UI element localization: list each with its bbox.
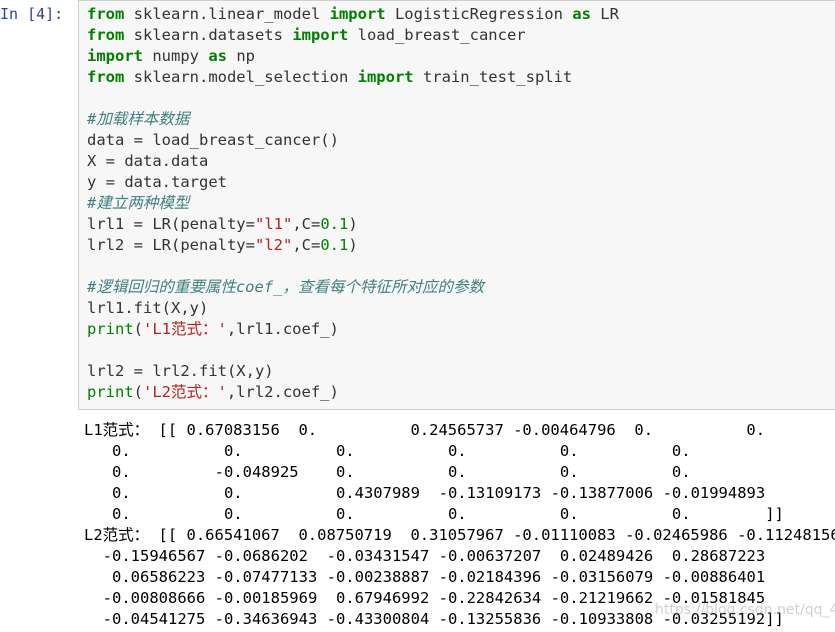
code-line: print('L1范式：',lrl1.coef_) bbox=[87, 319, 619, 340]
output-line: 0. 0. 0. 0. 0. 0. bbox=[84, 442, 691, 460]
code-token: ,lrl1.coef_) bbox=[226, 320, 339, 338]
code-token: from bbox=[87, 68, 125, 86]
code-token: #建立两种模型 bbox=[87, 194, 190, 212]
code-line: lrl1.fit(X,y) bbox=[87, 298, 619, 319]
code-line: data = load_breast_cancer() bbox=[87, 130, 619, 151]
output-line: -0.15946567 -0.0686202 -0.03431547 -0.00… bbox=[84, 547, 766, 565]
code-line: lrl2 = LR(penalty="l2",C=0.1) bbox=[87, 235, 619, 256]
code-token: 'L1范式：' bbox=[143, 320, 227, 338]
output-line: 0. 0. 0.4307989 -0.13109173 -0.13877006 … bbox=[84, 484, 766, 502]
code-line: y = data.target bbox=[87, 172, 619, 193]
code-token: 'L2范式：' bbox=[143, 383, 227, 401]
code-token: "l2" bbox=[254, 236, 293, 254]
code-token: from bbox=[87, 26, 125, 44]
code-token: ,C= bbox=[292, 215, 321, 233]
input-prompt: In [4]: bbox=[0, 5, 64, 23]
code-editor[interactable]: from sklearn.linear_model import Logisti… bbox=[87, 4, 619, 403]
code-token: load_breast_cancer bbox=[348, 26, 526, 44]
output-line: 0. -0.048925 0. 0. 0. 0. bbox=[84, 463, 691, 481]
code-token: np bbox=[227, 47, 255, 65]
code-line: #加载样本数据 bbox=[87, 109, 619, 130]
code-token: data = load_breast_cancer() bbox=[87, 131, 339, 149]
code-token: 0.1 bbox=[320, 215, 349, 233]
code-token: import bbox=[292, 26, 349, 44]
code-token: import bbox=[87, 47, 143, 65]
code-token: print bbox=[87, 383, 134, 401]
output-line: 0. 0. 0. 0. 0. 0. ]] bbox=[84, 505, 784, 523]
code-token: lrl2 = lrl2.fit(X,y) bbox=[87, 362, 274, 380]
code-token: sklearn.linear_model bbox=[124, 5, 330, 23]
code-token: #加载样本数据 bbox=[87, 110, 190, 128]
code-token: as bbox=[208, 47, 227, 65]
code-token: sklearn.model_selection bbox=[124, 68, 358, 86]
output-line: L1范式： [[ 0.67083156 0. 0.24565737 -0.004… bbox=[84, 421, 766, 439]
code-token: X = data.data bbox=[87, 152, 209, 170]
code-line: #建立两种模型 bbox=[87, 193, 619, 214]
code-token: "l1" bbox=[254, 215, 293, 233]
code-line: import numpy as np bbox=[87, 46, 619, 67]
code-token: 0.1 bbox=[320, 236, 349, 254]
cell-output: L1范式： [[ 0.67083156 0. 0.24565737 -0.004… bbox=[84, 420, 835, 630]
code-line: lrl1 = LR(penalty="l1",C=0.1) bbox=[87, 214, 619, 235]
code-token: numpy bbox=[143, 47, 209, 65]
code-token: sklearn.datasets bbox=[124, 26, 293, 44]
code-token: LR bbox=[590, 5, 619, 23]
code-token: ,lrl2.coef_) bbox=[226, 383, 339, 401]
code-line: lrl2 = lrl2.fit(X,y) bbox=[87, 361, 619, 382]
code-line: print('L2范式：',lrl2.coef_) bbox=[87, 382, 619, 403]
code-token: lrl1 = LR(penalty= bbox=[87, 215, 255, 233]
code-line: from sklearn.linear_model import Logisti… bbox=[87, 4, 619, 25]
code-token: y = data.target bbox=[87, 173, 227, 191]
code-token: as bbox=[572, 5, 591, 23]
code-token: #逻辑回归的重要属性coef_，查看每个特征所对应的参数 bbox=[87, 278, 484, 296]
output-line: L2范式： [[ 0.66541067 0.08750719 0.3105796… bbox=[84, 526, 835, 544]
code-line: from sklearn.datasets import load_breast… bbox=[87, 25, 619, 46]
code-token: print bbox=[87, 320, 134, 338]
code-token: LogisticRegression bbox=[385, 5, 573, 23]
code-token: import bbox=[329, 5, 386, 23]
code-cell-input[interactable]: from sklearn.linear_model import Logisti… bbox=[78, 0, 835, 410]
code-line: X = data.data bbox=[87, 151, 619, 172]
output-line: 0.06586223 -0.07477133 -0.00238887 -0.02… bbox=[84, 568, 766, 586]
code-token: ) bbox=[348, 236, 358, 254]
code-token: ) bbox=[348, 215, 358, 233]
code-line: #逻辑回归的重要属性coef_，查看每个特征所对应的参数 bbox=[87, 277, 619, 298]
code-line: from sklearn.model_selection import trai… bbox=[87, 67, 619, 88]
code-token: lrl1.fit(X,y) bbox=[87, 299, 209, 317]
code-token: import bbox=[357, 68, 414, 86]
code-token: ( bbox=[133, 320, 144, 338]
code-token: from bbox=[87, 5, 125, 23]
code-token: lrl2 = LR(penalty= bbox=[87, 236, 255, 254]
watermark: https://blog.csdn.net/qq_44350337 bbox=[655, 602, 835, 618]
code-token: ( bbox=[133, 383, 144, 401]
code-token: ,C= bbox=[292, 236, 321, 254]
code-token: train_test_split bbox=[413, 68, 573, 86]
